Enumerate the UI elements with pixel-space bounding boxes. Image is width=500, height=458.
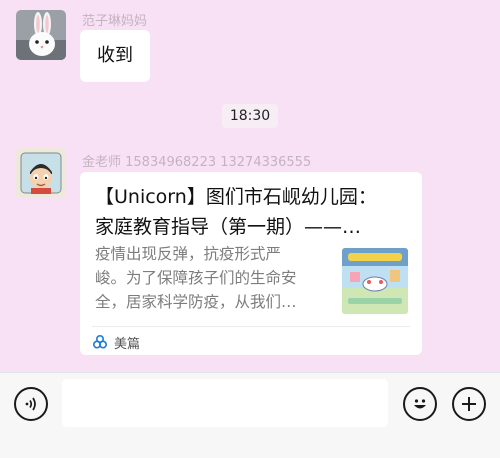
article-thumbnail-icon — [342, 248, 408, 314]
card-desc-line: 峻。为了保障孩子们的生命安 — [95, 269, 297, 287]
card-title-line: 家庭教育指导（第一期）——… — [95, 216, 362, 238]
card-desc-line: 疫情出现反弹，抗疫形式严 — [95, 245, 282, 263]
message-text: 收到 — [97, 45, 133, 66]
card-source: 美篇 — [92, 332, 140, 352]
meipian-logo-icon — [92, 334, 108, 350]
voice-icon[interactable] — [14, 387, 48, 421]
time-divider: 18:30 — [222, 104, 278, 128]
card-desc-line: 全，居家科学防疫，从我们… — [95, 293, 297, 311]
rabbit-avatar-icon[interactable] — [16, 10, 66, 60]
card-divider — [92, 326, 410, 327]
card-description: 疫情出现反弹，抗疫形式严 峻。为了保障孩子们的生命安 全，居家科学防疫，从我们… — [95, 242, 332, 314]
plus-icon[interactable] — [452, 387, 486, 421]
cartoon-boy-avatar-icon[interactable] — [16, 148, 66, 198]
card-title: 【Unicorn】图们市石岘幼儿园： 家庭教育指导（第一期）——… — [95, 182, 413, 242]
sender-name: 金老师 15834968223 13274336555 — [82, 155, 312, 170]
message-bubble[interactable]: 收到 — [80, 30, 150, 82]
link-card[interactable]: 【Unicorn】图们市石岘幼儿园： 家庭教育指导（第一期）——… 疫情出现反弹… — [80, 172, 422, 355]
message-input[interactable] — [62, 379, 388, 427]
card-title-line: 【Unicorn】图们市石岘幼儿园： — [95, 186, 377, 208]
chat-area: 范子琳妈妈 收到 18:30 金老师 15834968223 132743365… — [0, 0, 500, 372]
card-source-label: 美篇 — [114, 336, 141, 352]
emoji-icon[interactable] — [403, 387, 437, 421]
input-bar — [0, 372, 500, 458]
sender-name: 范子琳妈妈 — [82, 14, 148, 29]
